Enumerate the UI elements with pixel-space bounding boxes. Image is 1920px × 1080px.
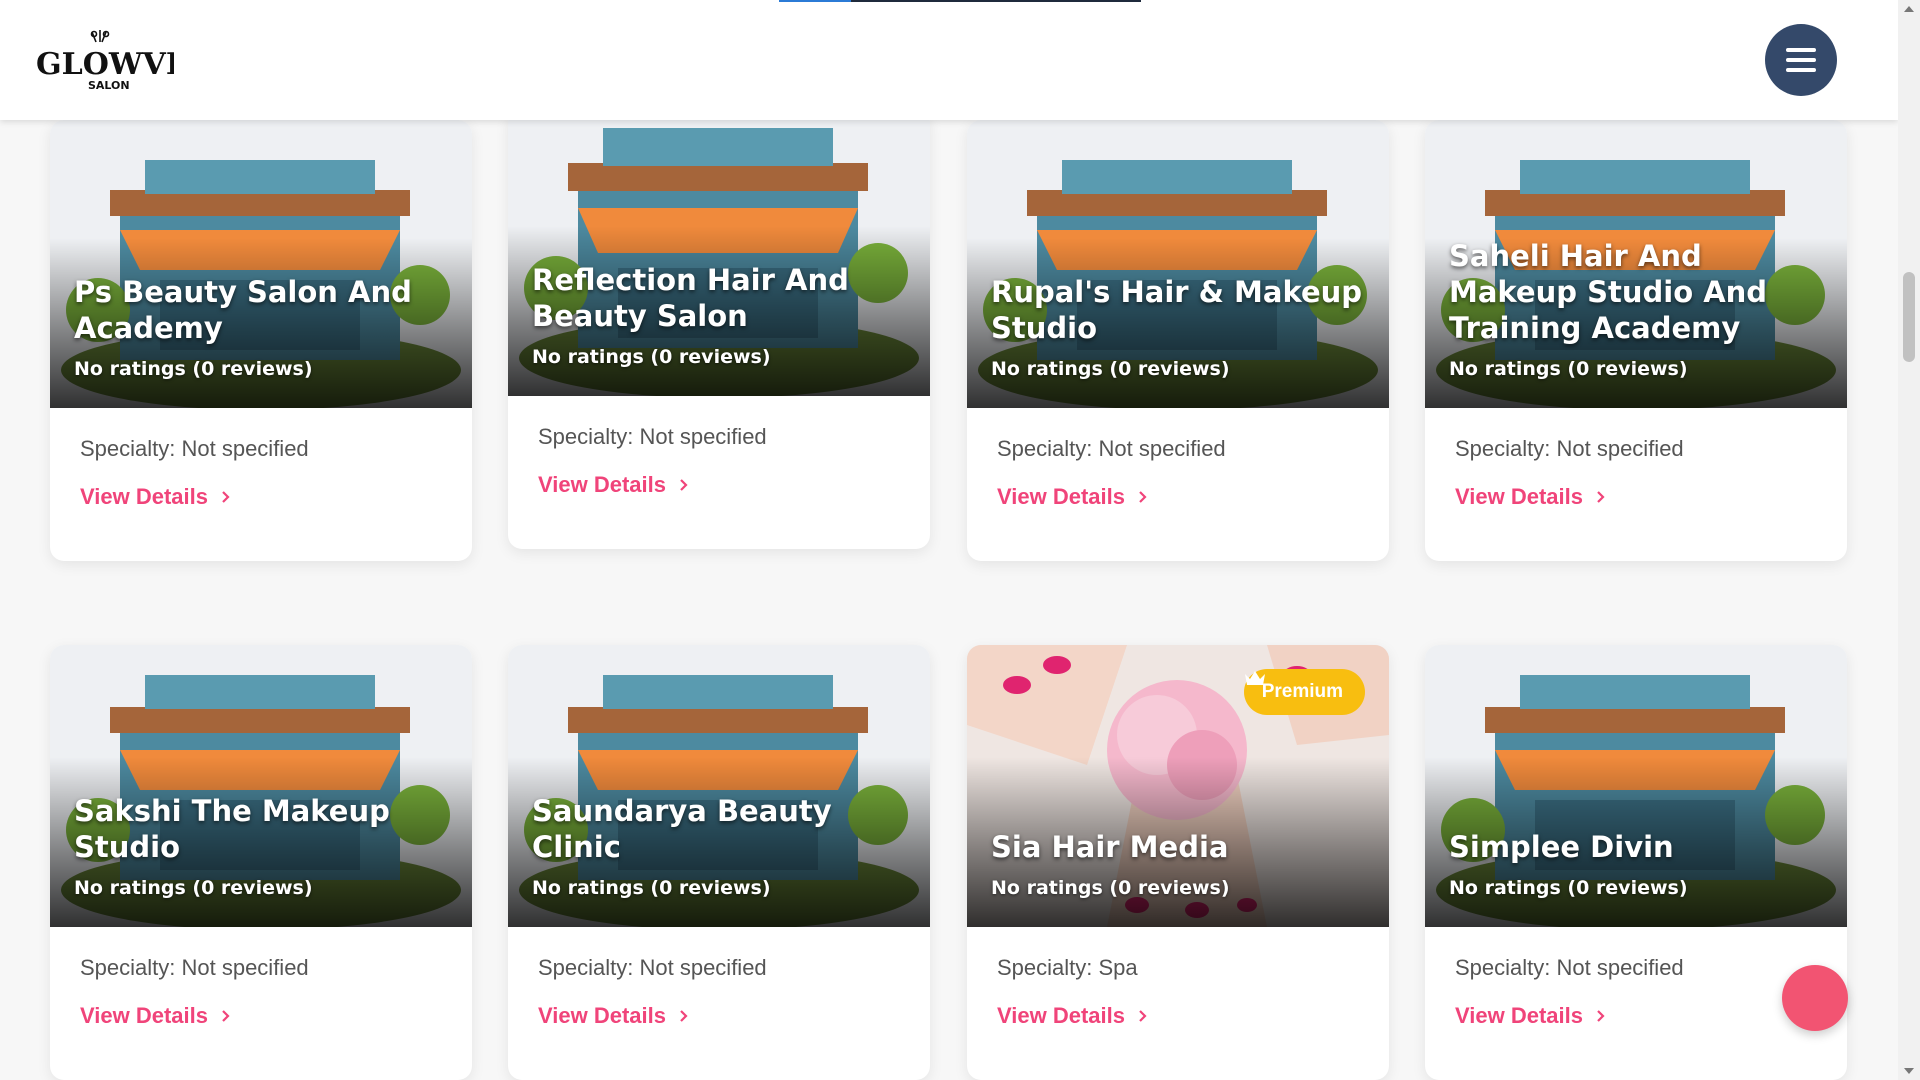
view-details-link[interactable]: View Details	[538, 1003, 690, 1029]
salon-specialty: Specialty: Not specified	[1455, 955, 1684, 980]
salon-card[interactable]: Ps Beauty Salon And Academy No ratings (…	[50, 120, 472, 561]
chevron-right-icon	[1139, 491, 1147, 503]
salon-card[interactable]: Premium Sia Hair Media No ratings (0 rev…	[967, 645, 1389, 1080]
salon-name: Reflection Hair And Beauty Salon	[532, 263, 849, 333]
top-navbar: GLOWVITA SALON	[0, 0, 1898, 120]
salon-image: Premium Sia Hair Media No ratings (0 rev…	[967, 645, 1389, 927]
view-details-link[interactable]: View Details	[80, 484, 232, 510]
page-scrollbar[interactable]	[1898, 0, 1920, 1080]
hamburger-icon	[1786, 48, 1816, 72]
view-details-link[interactable]: View Details	[1455, 1003, 1607, 1029]
chevron-right-icon	[680, 1010, 688, 1022]
salon-name: Simplee Divin	[1449, 830, 1674, 864]
salon-rating: No ratings (0 reviews)	[74, 358, 313, 380]
salon-image: Reflection Hair And Beauty Salon No rati…	[508, 108, 930, 396]
chevron-right-icon	[1139, 1010, 1147, 1022]
salon-rating: No ratings (0 reviews)	[991, 877, 1230, 899]
salon-card[interactable]: Simplee Divin No ratings (0 reviews) Spe…	[1425, 645, 1847, 1080]
scrollbar-thumb[interactable]	[1903, 272, 1915, 362]
chevron-right-icon	[1597, 1010, 1605, 1022]
salon-rating: No ratings (0 reviews)	[991, 358, 1230, 380]
salon-name: Sia Hair Media	[991, 830, 1229, 864]
chevron-right-icon	[680, 479, 688, 491]
salon-image: Ps Beauty Salon And Academy No ratings (…	[50, 120, 472, 408]
svg-text:GLOWVITA: GLOWVITA	[36, 47, 174, 82]
glowvita-logo: GLOWVITA SALON	[36, 30, 225, 92]
salon-rating: No ratings (0 reviews)	[74, 877, 313, 899]
view-details-link[interactable]: View Details	[538, 472, 690, 498]
premium-badge: Premium	[1243, 669, 1365, 715]
salon-specialty: Specialty: Not specified	[997, 436, 1226, 461]
logo[interactable]: GLOWVITA SALON	[34, 28, 225, 92]
view-details-link[interactable]: View Details	[1455, 484, 1607, 510]
salon-card[interactable]: Saundarya Beauty Clinic No ratings (0 re…	[508, 645, 930, 1080]
salon-name: Saheli Hair And Makeup Studio And Traini…	[1449, 239, 1768, 345]
salon-image: Rupal's Hair & Makeup Studio No ratings …	[967, 120, 1389, 408]
scroll-down-arrow-icon[interactable]	[1904, 1068, 1914, 1074]
salon-card[interactable]: Reflection Hair And Beauty Salon No rati…	[508, 108, 930, 549]
salon-name: Saundarya Beauty Clinic	[532, 794, 832, 864]
salon-card[interactable]: Saheli Hair And Makeup Studio And Traini…	[1425, 120, 1847, 561]
salon-grid: Ps Beauty Salon And Academy No ratings (…	[0, 0, 1898, 1080]
salon-image: Simplee Divin No ratings (0 reviews)	[1425, 645, 1847, 927]
menu-button[interactable]	[1765, 24, 1837, 96]
chevron-right-icon	[222, 1010, 230, 1022]
salon-specialty: Specialty: Spa	[997, 955, 1138, 980]
salon-image: Saundarya Beauty Clinic No ratings (0 re…	[508, 645, 930, 927]
salon-rating: No ratings (0 reviews)	[1449, 877, 1688, 899]
scroll-progress-bar	[779, 0, 1141, 2]
salon-specialty: Specialty: Not specified	[538, 424, 767, 449]
salon-image: Saheli Hair And Makeup Studio And Traini…	[1425, 120, 1847, 408]
salon-image: Sakshi The Makeup Studio No ratings (0 r…	[50, 645, 472, 927]
scroll-up-arrow-icon[interactable]	[1904, 6, 1914, 12]
salon-specialty: Specialty: Not specified	[1455, 436, 1684, 461]
salon-specialty: Specialty: Not specified	[538, 955, 767, 980]
salon-card[interactable]: Sakshi The Makeup Studio No ratings (0 r…	[50, 645, 472, 1080]
svg-text:SALON: SALON	[88, 79, 130, 92]
salon-specialty: Specialty: Not specified	[80, 955, 309, 980]
floating-action-button[interactable]	[1782, 965, 1848, 1031]
salon-rating: No ratings (0 reviews)	[532, 877, 771, 899]
salon-name: Rupal's Hair & Makeup Studio	[991, 275, 1363, 345]
chevron-right-icon	[1597, 491, 1605, 503]
salon-rating: No ratings (0 reviews)	[1449, 358, 1688, 380]
salon-name: Sakshi The Makeup Studio	[74, 794, 390, 864]
view-details-link[interactable]: View Details	[997, 1003, 1149, 1029]
view-details-link[interactable]: View Details	[80, 1003, 232, 1029]
salon-specialty: Specialty: Not specified	[80, 436, 309, 461]
chevron-right-icon	[222, 491, 230, 503]
scroll-progress-fill	[779, 0, 852, 2]
salon-rating: No ratings (0 reviews)	[532, 346, 771, 368]
salon-card[interactable]: Rupal's Hair & Makeup Studio No ratings …	[967, 120, 1389, 561]
crown-icon	[1244, 671, 1265, 685]
view-details-link[interactable]: View Details	[997, 484, 1149, 510]
salon-name: Ps Beauty Salon And Academy	[74, 275, 412, 345]
